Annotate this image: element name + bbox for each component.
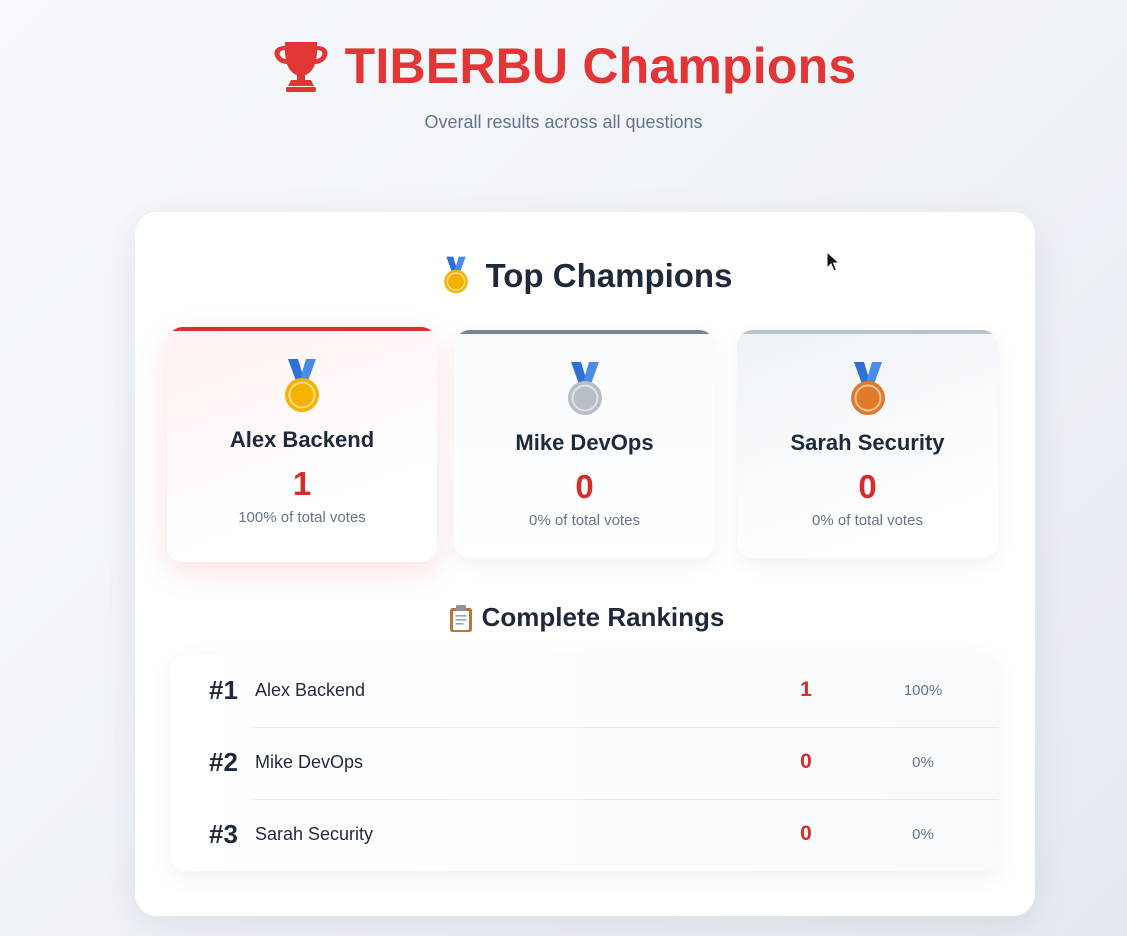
table-row[interactable]: #2 Mike DevOps 0 0% (171, 727, 999, 799)
clipboard-icon (449, 604, 472, 632)
rank-percent: 0% (912, 754, 934, 771)
podium: Alex Backend 1 100% of total votes Mike … (167, 327, 998, 567)
champion-name: Alex Backend (229, 427, 375, 452)
rank-number: #1 (209, 675, 238, 705)
champion-votes: 1 (292, 465, 312, 502)
page-header: TIBERBU Champions Overall results across… (0, 36, 1127, 133)
rank-number: #2 (209, 747, 238, 777)
champion-card-3[interactable]: Sarah Security 0 0% of total votes (737, 330, 998, 558)
gold-medal-icon (438, 256, 474, 296)
table-row[interactable]: #1 Alex Backend 1 100% (171, 655, 999, 727)
page-title: TIBERBU Champions (344, 38, 857, 94)
champion-card-1[interactable]: Alex Backend 1 100% of total votes (167, 327, 437, 562)
results-card: Top Champions Alex Backend 1 100% of tot… (135, 212, 1035, 916)
title-row: TIBERBU Champions (0, 36, 1127, 96)
champion-name: Mike DevOps (515, 430, 654, 455)
rank-votes: 0 (800, 822, 812, 845)
top-champions-title: Top Champions (485, 257, 733, 294)
champion-percent: 100% of total votes (238, 509, 366, 526)
champion-card-accent-bar (167, 327, 437, 331)
champion-card-accent-bar (737, 330, 998, 334)
top-champions-heading: Top Champions (135, 256, 1035, 296)
page-subtitle: Overall results across all questions (424, 112, 703, 132)
bronze-medal-icon (842, 362, 894, 418)
rank-percent: 0% (912, 826, 934, 843)
mouse-cursor-icon (826, 251, 840, 272)
rank-percent: 100% (903, 682, 943, 699)
champion-votes: 0 (858, 468, 877, 505)
rank-number: #3 (209, 819, 238, 849)
rank-name: Alex Backend (255, 680, 366, 700)
champion-percent: 0% of total votes (812, 512, 923, 529)
rank-votes: 0 (800, 750, 812, 773)
rankings-table: #1 Alex Backend 1 100% #2 Mike DevOps 0 … (171, 655, 999, 871)
complete-rankings-title: Complete Rankings (481, 602, 725, 632)
gold-medal-icon (276, 359, 328, 415)
silver-medal-icon (559, 362, 611, 418)
rank-name: Sarah Security (255, 824, 374, 844)
champion-name: Sarah Security (790, 430, 945, 455)
champion-percent: 0% of total votes (529, 512, 640, 529)
rank-name: Mike DevOps (255, 752, 364, 772)
table-row[interactable]: #3 Sarah Security 0 0% (171, 799, 999, 871)
champion-card-accent-bar (454, 330, 715, 334)
champion-card-2[interactable]: Mike DevOps 0 0% of total votes (454, 330, 715, 558)
complete-rankings-heading: Complete Rankings (135, 602, 1035, 633)
champion-votes: 0 (575, 468, 594, 505)
trophy-icon (274, 42, 328, 92)
rank-votes: 1 (800, 678, 812, 701)
